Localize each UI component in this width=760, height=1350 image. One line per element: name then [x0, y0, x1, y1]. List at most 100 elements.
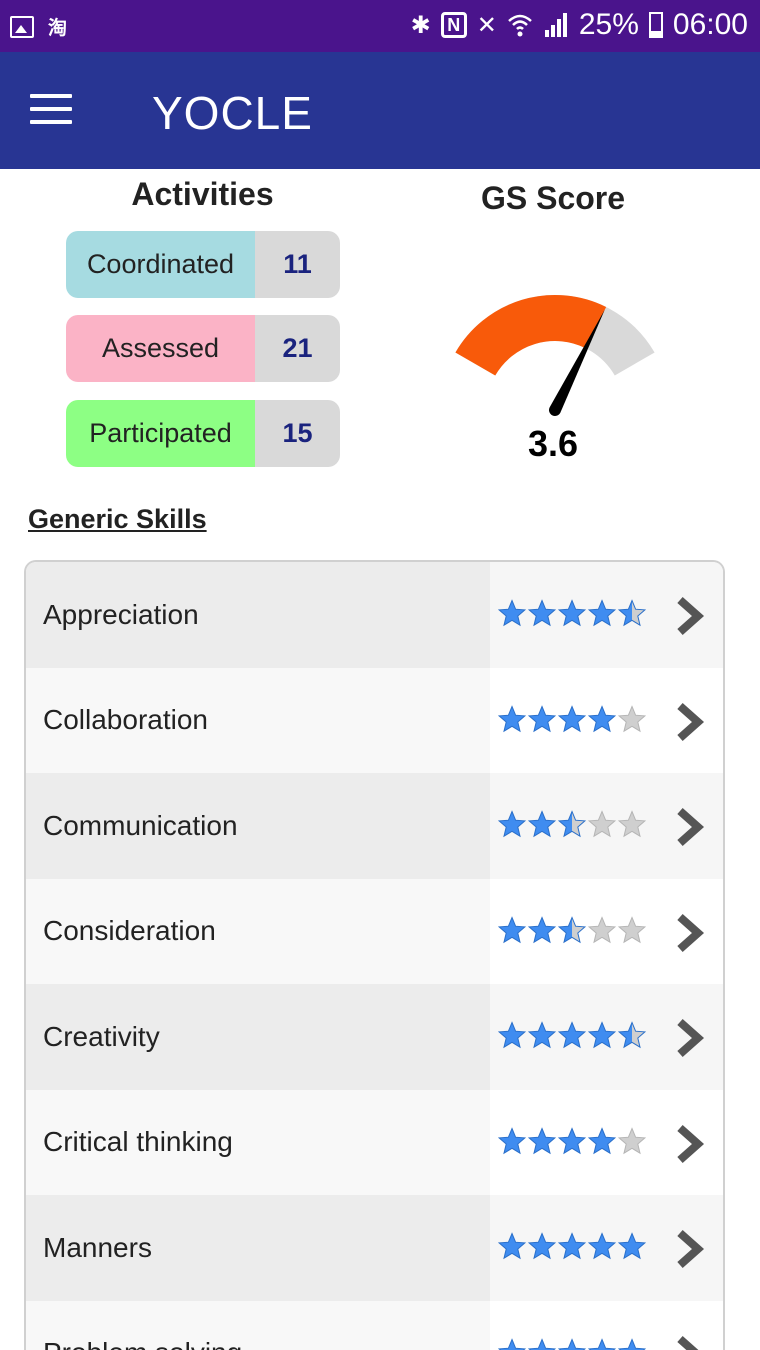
skill-name: Critical thinking	[26, 1089, 490, 1195]
star-full-icon	[588, 1021, 616, 1049]
skill-name: Problem solving	[26, 1300, 490, 1350]
skill-name: Collaboration	[26, 667, 490, 773]
hamburger-menu-icon[interactable]	[30, 94, 72, 126]
bluetooth-icon: ✱	[410, 11, 431, 39]
activity-count: 15	[255, 400, 340, 467]
skill-rating-cell	[490, 1089, 723, 1195]
star-empty-icon	[618, 810, 646, 838]
star-rating	[498, 1337, 646, 1350]
star-full-icon	[558, 599, 586, 627]
skill-row[interactable]: Communication	[26, 773, 723, 879]
star-full-icon	[498, 1126, 526, 1154]
star-full-icon	[558, 1337, 586, 1350]
app-title: YOCLE	[152, 87, 313, 139]
skill-rating-cell	[490, 562, 723, 668]
gs-score-title: GS Score	[480, 180, 626, 216]
star-full-icon	[528, 810, 556, 838]
skill-row[interactable]: Appreciation	[26, 562, 723, 668]
chevron-right-icon[interactable]	[672, 1018, 706, 1058]
star-full-icon	[618, 1337, 646, 1350]
star-rating	[498, 1021, 646, 1049]
skill-row[interactable]: Manners	[26, 1195, 723, 1301]
activity-coordinated[interactable]: Coordinated 11	[66, 231, 340, 298]
star-full-icon	[528, 915, 556, 943]
activity-count: 11	[255, 231, 340, 298]
battery-icon	[648, 12, 663, 38]
skill-rating-cell	[490, 1195, 723, 1301]
star-half-icon	[618, 1021, 646, 1049]
star-full-icon	[498, 599, 526, 627]
star-full-icon	[528, 1021, 556, 1049]
activity-participated[interactable]: Participated 15	[66, 400, 340, 467]
star-full-icon	[588, 1126, 616, 1154]
gallery-icon	[10, 15, 34, 38]
skill-rating-cell	[490, 773, 723, 879]
star-full-icon	[528, 1337, 556, 1350]
star-full-icon	[498, 1337, 526, 1350]
gs-score-value: 3.6	[527, 423, 579, 464]
battery-percent: 25%	[578, 8, 639, 41]
star-rating	[498, 704, 646, 733]
star-full-icon	[498, 810, 526, 838]
activity-label: Coordinated	[66, 231, 255, 298]
star-full-icon	[528, 704, 556, 732]
status-time: 06:00	[672, 8, 748, 41]
skill-name: Communication	[26, 773, 490, 879]
mute-icon: ✕	[476, 11, 497, 39]
skill-name: Creativity	[26, 984, 490, 1090]
star-full-icon	[588, 599, 616, 627]
star-empty-icon	[618, 915, 646, 943]
star-full-icon	[588, 1337, 616, 1350]
star-full-icon	[588, 1232, 616, 1260]
star-full-icon	[498, 915, 526, 943]
skill-row[interactable]: Creativity	[26, 984, 723, 1090]
chevron-right-icon[interactable]	[672, 807, 706, 847]
skill-rating-cell	[490, 1300, 723, 1350]
status-bar: 淘 ✱ N ✕ 25% 06:00	[0, 0, 760, 52]
star-rating	[498, 599, 646, 627]
star-full-icon	[528, 1126, 556, 1154]
gauge-fill	[455, 295, 607, 377]
skill-row[interactable]: Critical thinking	[26, 1089, 723, 1195]
activity-count: 21	[255, 315, 340, 382]
star-half-icon	[558, 810, 586, 838]
chevron-right-icon[interactable]	[672, 913, 706, 953]
gs-score-gauge	[455, 295, 655, 416]
chevron-right-icon[interactable]	[672, 702, 706, 742]
star-half-icon	[558, 915, 586, 943]
star-empty-icon	[618, 704, 646, 732]
taobao-icon: 淘	[48, 17, 68, 39]
star-rating	[498, 1232, 646, 1260]
chevron-right-icon[interactable]	[672, 596, 706, 636]
star-empty-icon	[618, 1126, 646, 1154]
skill-row[interactable]: Collaboration	[26, 667, 723, 773]
star-rating	[498, 1126, 646, 1155]
chevron-right-icon[interactable]	[672, 1124, 706, 1164]
skill-row[interactable]: Problem solving	[26, 1300, 723, 1350]
app-bar: YOCLE	[0, 52, 760, 169]
star-empty-icon	[588, 810, 616, 838]
star-full-icon	[558, 1126, 586, 1154]
activities-title: Activities	[131, 176, 274, 212]
skill-rating-cell	[490, 667, 723, 773]
star-empty-icon	[588, 915, 616, 943]
star-rating	[498, 915, 646, 944]
star-full-icon	[498, 1232, 526, 1260]
star-full-icon	[618, 1232, 646, 1260]
nfc-icon: N	[440, 12, 467, 38]
activity-assessed[interactable]: Assessed 21	[66, 315, 340, 382]
skills-list: Appreciation Collaboration Communication Co…	[24, 560, 725, 1350]
wifi-icon	[508, 14, 532, 37]
skill-rating-cell	[490, 878, 723, 984]
signal-icon	[544, 13, 567, 37]
skill-name: Appreciation	[26, 562, 490, 668]
star-full-icon	[528, 1232, 556, 1260]
skill-name: Consideration	[26, 878, 490, 984]
star-full-icon	[558, 1021, 586, 1049]
skill-rating-cell	[490, 984, 723, 1090]
star-full-icon	[558, 704, 586, 732]
star-full-icon	[498, 1021, 526, 1049]
skill-row[interactable]: Consideration	[26, 878, 723, 984]
chevron-right-icon[interactable]	[672, 1229, 706, 1269]
chevron-right-icon[interactable]	[672, 1335, 706, 1350]
